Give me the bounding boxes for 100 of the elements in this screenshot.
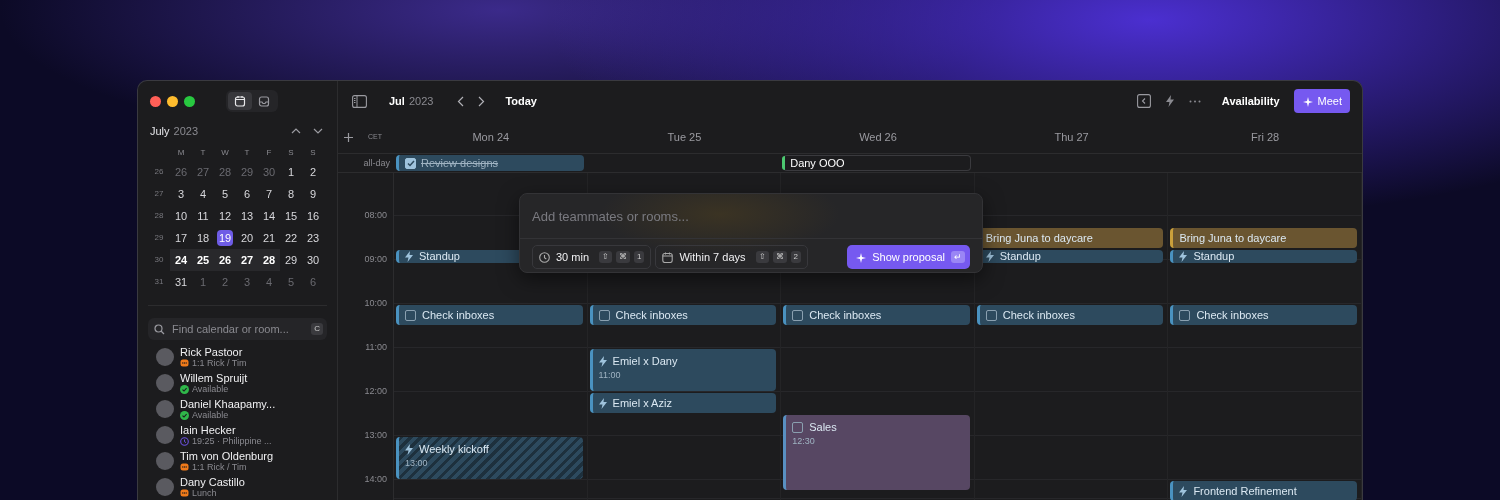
person-status: Available (192, 383, 229, 395)
person-name[interactable]: Iain Hecker (180, 423, 272, 436)
calendar-day[interactable]: 11 (197, 210, 209, 222)
shortcut-key: C (311, 323, 323, 335)
search-input[interactable]: Find calendar or room... (170, 319, 307, 339)
calendar-day[interactable]: 4 (199, 188, 207, 200)
calendar-event[interactable]: Check inboxes (1170, 305, 1357, 325)
event-title: Check inboxes (809, 308, 882, 323)
calendar-day[interactable]: 12 (218, 210, 232, 222)
all-day-event[interactable]: Review designs (396, 155, 584, 171)
calendar-event[interactable]: Bring Juna to daycare (1170, 228, 1357, 248)
duration-option[interactable]: 30 min ⇧ ⌘ 1 (532, 245, 652, 269)
previous-week-button[interactable] (457, 95, 465, 107)
shortcut-key: ⌘ (772, 251, 787, 263)
search-field[interactable]: Find calendar or room... C (148, 318, 327, 340)
calendar-day[interactable]: 3 (177, 188, 185, 200)
calendar-day[interactable]: 16 (306, 210, 320, 222)
calendar-event[interactable]: Standup (1170, 250, 1357, 263)
calendar-day[interactable]: 18 (196, 232, 210, 244)
sidebar-toggle-button[interactable] (352, 94, 367, 108)
teammates-field[interactable]: Add teammates or rooms... (520, 194, 982, 239)
person-status: 1:1 Rick / Tim (192, 357, 247, 369)
time-label: 10:00 (364, 297, 387, 309)
event-title: Check inboxes (422, 308, 495, 323)
calendar-event[interactable]: Check inboxes (783, 305, 970, 325)
time-label: 11:00 (365, 341, 387, 353)
person-name[interactable]: Willem Spruijt (180, 371, 248, 384)
teammates-input[interactable]: Add teammates or rooms... (532, 206, 970, 226)
calendar-event[interactable]: Check inboxes (396, 305, 583, 325)
checkbox[interactable] (598, 309, 610, 321)
person-status: Lunch (192, 487, 217, 499)
bolt-icon (598, 355, 607, 367)
calendar-day[interactable]: 20 (240, 232, 254, 244)
calendar-day[interactable]: 9 (309, 188, 317, 200)
today-button[interactable]: Today (505, 92, 537, 110)
week-number: 26 (153, 166, 165, 178)
next-week-button[interactable] (478, 95, 486, 107)
calendar-day[interactable]: 29 (284, 254, 298, 266)
calendar-day[interactable]: 21 (262, 232, 276, 244)
calendar-event[interactable]: Emiel x Aziz (589, 393, 777, 413)
person-status: 19:25 · Philippine ... (192, 435, 272, 447)
calendar-day[interactable]: 1 (287, 166, 295, 178)
bolt-button[interactable] (1165, 95, 1174, 107)
person-name[interactable]: Tim von Oldenburg (180, 449, 274, 462)
window-control-button[interactable] (167, 95, 178, 107)
plus-icon (344, 132, 353, 142)
availability-button[interactable]: Availability (1221, 92, 1280, 110)
person-name[interactable]: Rick Pastoor (180, 345, 247, 358)
calendar-day[interactable]: 7 (265, 188, 273, 200)
calendar-day[interactable]: 6 (243, 188, 251, 200)
person-name[interactable]: Dany Castillo (180, 475, 245, 488)
calendar-day[interactable]: 14 (262, 210, 276, 222)
calendar-event[interactable]: Weekly kickoff 13:00 (396, 437, 583, 479)
calendar-event[interactable]: Check inboxes (589, 305, 777, 325)
checkbox[interactable] (985, 309, 997, 321)
calendar-event[interactable]: Emiel x Dany 11:00 (589, 349, 777, 391)
calendar-event[interactable]: Frontend Refinement (1170, 481, 1357, 500)
calendar-day[interactable]: 19 (216, 230, 234, 246)
more-button[interactable] (1188, 99, 1201, 103)
calendar-icon (234, 95, 246, 107)
person-name[interactable]: Daniel Khaapamy... (180, 397, 276, 410)
calendar-day[interactable]: 13 (240, 210, 254, 222)
bolt-icon (405, 443, 413, 455)
all-day-event[interactable]: Dany OOO (783, 155, 971, 171)
calendar-view-tab[interactable] (228, 92, 252, 110)
checkbox[interactable] (405, 157, 416, 169)
calendar-day[interactable]: 15 (284, 210, 298, 222)
checkbox[interactable] (1179, 309, 1191, 321)
add-button[interactable] (344, 132, 353, 142)
calendar-day[interactable]: 5 (221, 188, 229, 200)
calendar-day[interactable]: 17 (174, 232, 188, 244)
event-title: Dany OOO (790, 155, 845, 171)
search-icon (154, 323, 165, 335)
calendar-day[interactable]: 8 (287, 188, 295, 200)
show-proposal-button[interactable]: Show proposal ↵ (847, 245, 970, 269)
date-range-option[interactable]: Within 7 days ⇧ ⌘ 2 (655, 245, 808, 269)
meet-button[interactable]: Meet (1293, 88, 1350, 114)
calendar-day[interactable]: 2 (309, 166, 317, 178)
shortcut-key: ⇧ (599, 251, 613, 263)
calendar-day[interactable]: 10 (174, 210, 188, 222)
checkbox[interactable] (405, 309, 416, 321)
calendar-event[interactable]: Sales 12:30 (783, 415, 970, 490)
chat-bubble-icon (180, 358, 189, 368)
window-control-button[interactable] (184, 95, 195, 107)
calendar-icon (662, 251, 674, 263)
checkbox[interactable] (792, 309, 804, 321)
collapse-panel-button[interactable] (1136, 94, 1151, 108)
next-month-button[interactable] (313, 128, 323, 134)
calendar-day[interactable]: 30 (306, 254, 320, 266)
check-circle-icon (180, 384, 189, 394)
calendar-day[interactable]: 31 (174, 276, 188, 288)
calendar-day[interactable]: 23 (306, 232, 320, 244)
checkbox[interactable] (792, 421, 804, 433)
calendar-event[interactable]: Check inboxes (976, 305, 1164, 325)
previous-month-button[interactable] (291, 128, 301, 134)
week-number: 28 (153, 210, 165, 222)
window-control-button[interactable] (150, 95, 161, 107)
weekday-label: M (176, 147, 186, 159)
calendar-day[interactable]: 22 (284, 232, 298, 244)
time-label: 14:00 (364, 473, 387, 485)
